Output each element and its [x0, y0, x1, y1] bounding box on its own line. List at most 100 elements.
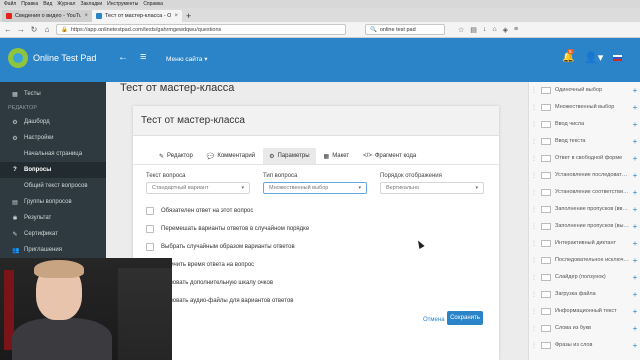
home-icon[interactable]: ⌂ — [492, 26, 496, 34]
add-icon[interactable]: + — [629, 290, 640, 299]
add-icon[interactable]: + — [629, 154, 640, 163]
drag-handle-icon[interactable]: ⋮ — [531, 189, 537, 196]
language-flag-icon[interactable] — [613, 55, 622, 61]
tab-comment[interactable]: 💬 Комментарий — [201, 148, 261, 164]
drag-handle-icon[interactable]: ⋮ — [531, 274, 537, 281]
sidebar-item-common-text[interactable]: Общий текст вопросов — [0, 178, 106, 194]
question-type-item[interactable]: ⋮ Множественный выбор + — [529, 99, 640, 115]
add-icon[interactable]: + — [629, 256, 640, 265]
question-type-item[interactable]: ⋮ Слайдер (ползунок) + — [529, 269, 640, 285]
sidebar-item-settings[interactable]: ⚙ Настройки — [0, 130, 106, 146]
question-type-select[interactable]: Множественный выбор ▾ — [263, 182, 367, 194]
menu-file[interactable]: Файл — [4, 1, 16, 7]
menu-edit[interactable]: Правка — [21, 1, 38, 7]
forward-icon[interactable]: → — [17, 25, 25, 34]
question-type-item[interactable]: ⋮ Установление последоват… + — [529, 167, 640, 183]
add-icon[interactable]: + — [629, 86, 640, 95]
checkbox-shuffle-answers[interactable]: Перемешать варианты ответов в случайном … — [146, 224, 309, 234]
drag-handle-icon[interactable]: ⋮ — [531, 257, 537, 264]
add-icon[interactable]: + — [629, 239, 640, 248]
bell-icon[interactable]: 🔔 5 — [562, 49, 574, 63]
sidebar-item-question-groups[interactable]: ▤ Группы вопросов — [0, 194, 106, 210]
browser-tab-onlinetestpad[interactable]: Тест от мастер-класса - Onlin × — [92, 10, 182, 22]
save-button[interactable]: Сохранить — [447, 311, 483, 325]
browser-tab-youtube[interactable]: Сведения о видео - YouTube S × — [2, 10, 92, 22]
add-icon[interactable]: + — [629, 103, 640, 112]
checkbox-required-answer[interactable]: Обязателен ответ на этот вопрос — [146, 206, 253, 216]
close-tab-icon[interactable]: × — [84, 13, 88, 19]
drag-handle-icon[interactable]: ⋮ — [531, 325, 537, 332]
drag-handle-icon[interactable]: ⋮ — [531, 240, 537, 247]
checkbox[interactable] — [146, 225, 154, 233]
drag-handle-icon[interactable]: ⋮ — [531, 223, 537, 230]
back-arrow-icon[interactable]: ← — [118, 52, 128, 63]
add-icon[interactable]: + — [629, 222, 640, 231]
tab-editor[interactable]: ✎ Редактор — [153, 148, 199, 164]
reload-icon[interactable]: ↻ — [30, 25, 38, 34]
shield-icon[interactable]: ◈ — [503, 26, 508, 34]
add-icon[interactable]: + — [629, 171, 640, 180]
question-type-item[interactable]: ⋮ Фразы из слов + — [529, 337, 640, 353]
drag-handle-icon[interactable]: ⋮ — [531, 104, 537, 111]
sidebar-item-dashboard[interactable]: ⚙ Дашборд — [0, 114, 106, 130]
clipboard-icon[interactable]: ▤ — [470, 26, 477, 34]
menu-view[interactable]: Вид — [43, 1, 52, 7]
download-icon[interactable]: ↓ — [483, 26, 487, 34]
cancel-button[interactable]: Отмена — [423, 317, 445, 323]
add-icon[interactable]: + — [629, 188, 640, 197]
add-icon[interactable]: + — [629, 137, 640, 146]
drag-handle-icon[interactable]: ⋮ — [531, 291, 537, 298]
sidebar-item-result[interactable]: ✱ Результат — [0, 210, 106, 226]
close-tab-icon[interactable]: × — [174, 13, 178, 19]
add-icon[interactable]: + — [629, 341, 640, 350]
menu-help[interactable]: Справка — [143, 1, 163, 7]
drag-handle-icon[interactable]: ⋮ — [531, 342, 537, 349]
display-order-select[interactable]: Вертикально ▾ — [380, 182, 484, 194]
menu-icon[interactable]: ≡ — [514, 26, 518, 34]
add-icon[interactable]: + — [629, 324, 640, 333]
question-type-item[interactable]: ⋮ Информационный текст + — [529, 303, 640, 319]
hamburger-icon[interactable]: ≡ — [140, 51, 146, 63]
question-type-item[interactable]: ⋮ Загрузка файла + — [529, 286, 640, 302]
drag-handle-icon[interactable]: ⋮ — [531, 87, 537, 94]
question-type-item[interactable]: ⋮ Ввод числа + — [529, 116, 640, 132]
question-type-item[interactable]: ⋮ Заполнение пропусков (вы… + — [529, 218, 640, 234]
user-icon[interactable]: 👤▾ — [584, 51, 603, 64]
browser-search-input[interactable]: 🔍 online test pad — [365, 24, 445, 35]
url-field[interactable]: 🔒 https://app.onlinetestpad.com/tests/ga… — [56, 24, 346, 35]
home-icon[interactable]: ⌂ — [43, 25, 51, 34]
site-menu-link[interactable]: Меню сайта ▾ — [166, 55, 207, 63]
drag-handle-icon[interactable]: ⋮ — [531, 155, 537, 162]
add-icon[interactable]: + — [629, 273, 640, 282]
menu-bookmarks[interactable]: Закладки — [80, 1, 102, 7]
drag-handle-icon[interactable]: ⋮ — [531, 138, 537, 145]
sidebar-item-start-page[interactable]: Начальная страница — [0, 146, 106, 162]
drag-handle-icon[interactable]: ⋮ — [531, 308, 537, 315]
question-type-item[interactable]: ⋮ Ответ в свободной форме + — [529, 150, 640, 166]
menu-history[interactable]: Журнал — [57, 1, 75, 7]
drag-handle-icon[interactable]: ⋮ — [531, 206, 537, 213]
tab-layout[interactable]: ▦ Макет — [318, 148, 356, 164]
question-type-item[interactable]: ⋮ Ввод текста + — [529, 133, 640, 149]
back-icon[interactable]: ← — [4, 25, 12, 34]
drag-handle-icon[interactable]: ⋮ — [531, 172, 537, 179]
add-icon[interactable]: + — [629, 205, 640, 214]
brand-logo[interactable]: Online Test Pad — [8, 48, 96, 68]
sidebar-item-tests[interactable]: ▦ Тесты — [0, 86, 106, 102]
tab-parameters[interactable]: ⚙ Параметры — [263, 148, 316, 164]
drag-handle-icon[interactable]: ⋮ — [531, 121, 537, 128]
add-icon[interactable]: + — [629, 120, 640, 129]
question-type-item[interactable]: ⋮ Одиночный выбор + — [529, 82, 640, 98]
checkbox-random-answers[interactable]: Выбрать случайным образом варианты ответ… — [146, 242, 295, 252]
star-icon[interactable]: ☆ — [458, 26, 464, 34]
checkbox[interactable] — [146, 243, 154, 251]
sidebar-item-certificate[interactable]: ✎ Сертификат — [0, 226, 106, 242]
add-icon[interactable]: + — [629, 307, 640, 316]
question-type-item[interactable]: ⋮ Последовательное исключ… + — [529, 252, 640, 268]
text-question-select[interactable]: Стандартный вариант ▾ — [146, 182, 250, 194]
question-type-item[interactable]: ⋮ Интерактивный диктант + — [529, 235, 640, 251]
sidebar-item-questions[interactable]: ? Вопросы — [0, 162, 106, 178]
menu-tools[interactable]: Инструменты — [107, 1, 138, 7]
sidebar-item-invitations[interactable]: 👥 Приглашения — [0, 242, 106, 258]
question-type-item[interactable]: ⋮ Заполнение пропусков (вв… + — [529, 201, 640, 217]
